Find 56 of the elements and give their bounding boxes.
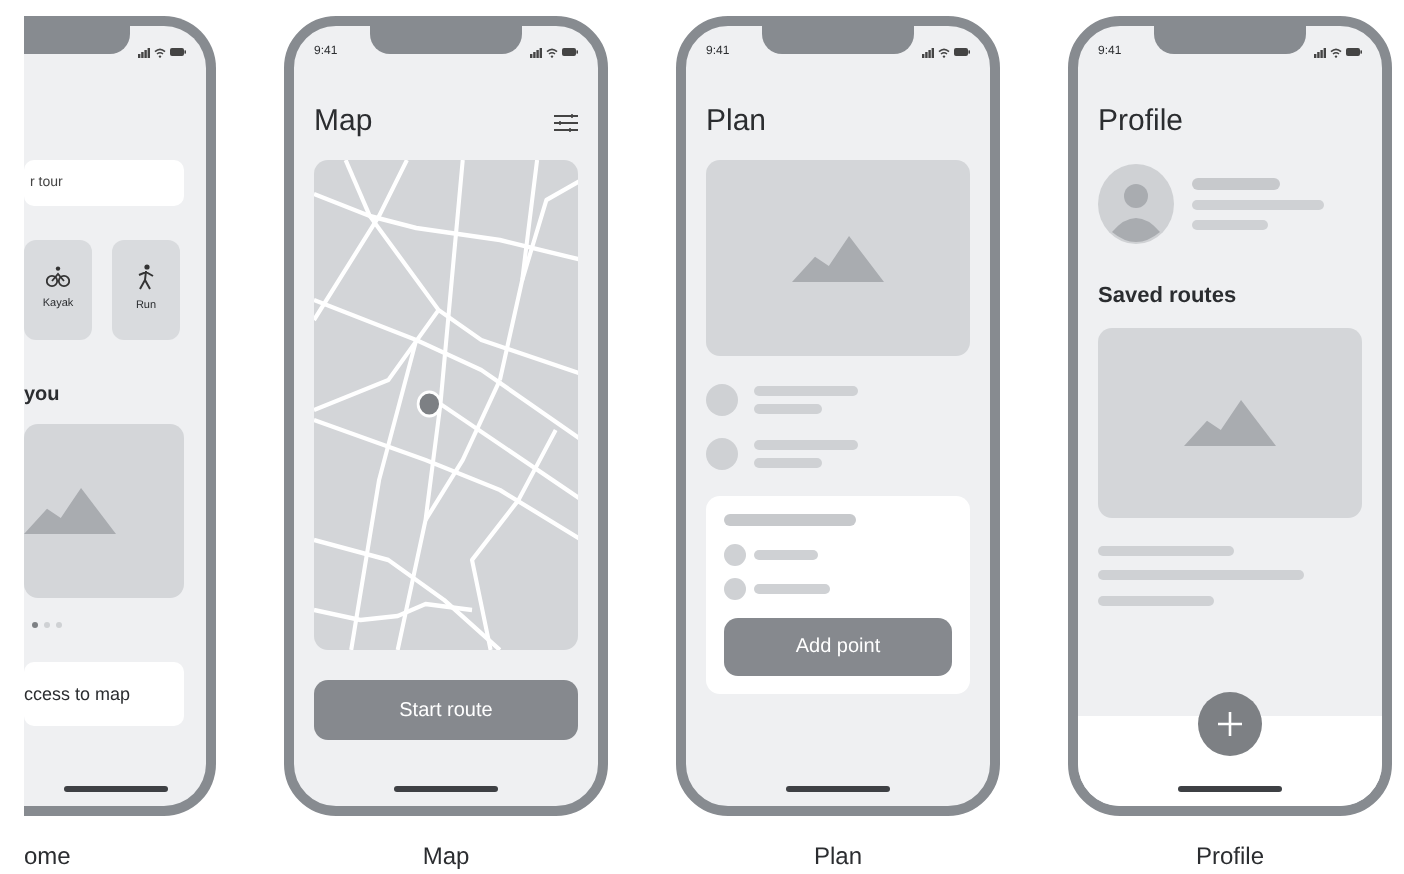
- wifi-icon: [1330, 47, 1342, 57]
- link-card[interactable]: ccess to map: [24, 662, 184, 726]
- home-indicator: [1178, 786, 1282, 792]
- home-indicator: [63, 786, 167, 792]
- carousel-dot[interactable]: [32, 622, 38, 628]
- placeholder-line: [1192, 178, 1280, 190]
- carousel-dot[interactable]: [56, 622, 62, 628]
- screen-title: Map: [314, 104, 373, 140]
- wifi-icon: [546, 47, 558, 57]
- start-route-button[interactable]: Start route: [314, 680, 578, 740]
- screen-caption: Map: [422, 842, 470, 870]
- signal-icon: [530, 47, 542, 57]
- placeholder-circle: [706, 384, 738, 416]
- placeholder-line: [1098, 596, 1214, 606]
- signal-icon: [922, 47, 934, 57]
- screen-caption: ome: [24, 842, 71, 870]
- placeholder-circle: [724, 578, 746, 600]
- add-point-button[interactable]: Add point: [724, 618, 952, 676]
- plus-icon: [1218, 712, 1242, 736]
- battery-icon: [562, 48, 578, 56]
- placeholder-line: [754, 550, 818, 560]
- placeholder-line: [754, 404, 822, 414]
- section-title: Saved routes: [1098, 284, 1239, 310]
- bicycle-icon: [46, 266, 70, 289]
- placeholder-line: [1192, 200, 1324, 210]
- section-title: you: [24, 384, 62, 408]
- runner-icon: [136, 264, 156, 291]
- placeholder-circle: [706, 438, 738, 470]
- screen-title: Plan: [706, 104, 769, 140]
- placeholder-circle: [724, 544, 746, 566]
- mountain-icon: [24, 488, 116, 534]
- placeholder-line: [754, 440, 858, 450]
- add-button[interactable]: [1198, 692, 1262, 756]
- avatar-icon: [1098, 164, 1174, 244]
- screen-title: Profile: [1098, 104, 1186, 140]
- mountain-icon: [1184, 400, 1276, 446]
- mountain-icon: [792, 235, 884, 281]
- screen-caption: Plan: [813, 842, 863, 870]
- battery-icon: [1346, 48, 1362, 56]
- screen-caption: Profile: [1195, 842, 1264, 870]
- menu-icon[interactable]: [554, 113, 578, 131]
- placeholder-line: [1192, 220, 1268, 230]
- battery-icon: [954, 48, 970, 56]
- wifi-icon: [154, 47, 166, 57]
- home-indicator: [394, 786, 498, 792]
- signal-icon: [1314, 47, 1326, 57]
- placeholder-line: [754, 458, 822, 468]
- carousel-dot[interactable]: [44, 622, 50, 628]
- wifi-icon: [938, 47, 950, 57]
- home-indicator: [786, 786, 890, 792]
- placeholder-line: [724, 514, 856, 526]
- signal-icon: [138, 47, 150, 57]
- battery-icon: [170, 48, 186, 56]
- placeholder-line: [754, 386, 858, 396]
- placeholder-line: [1098, 546, 1234, 556]
- placeholder-line: [754, 584, 830, 594]
